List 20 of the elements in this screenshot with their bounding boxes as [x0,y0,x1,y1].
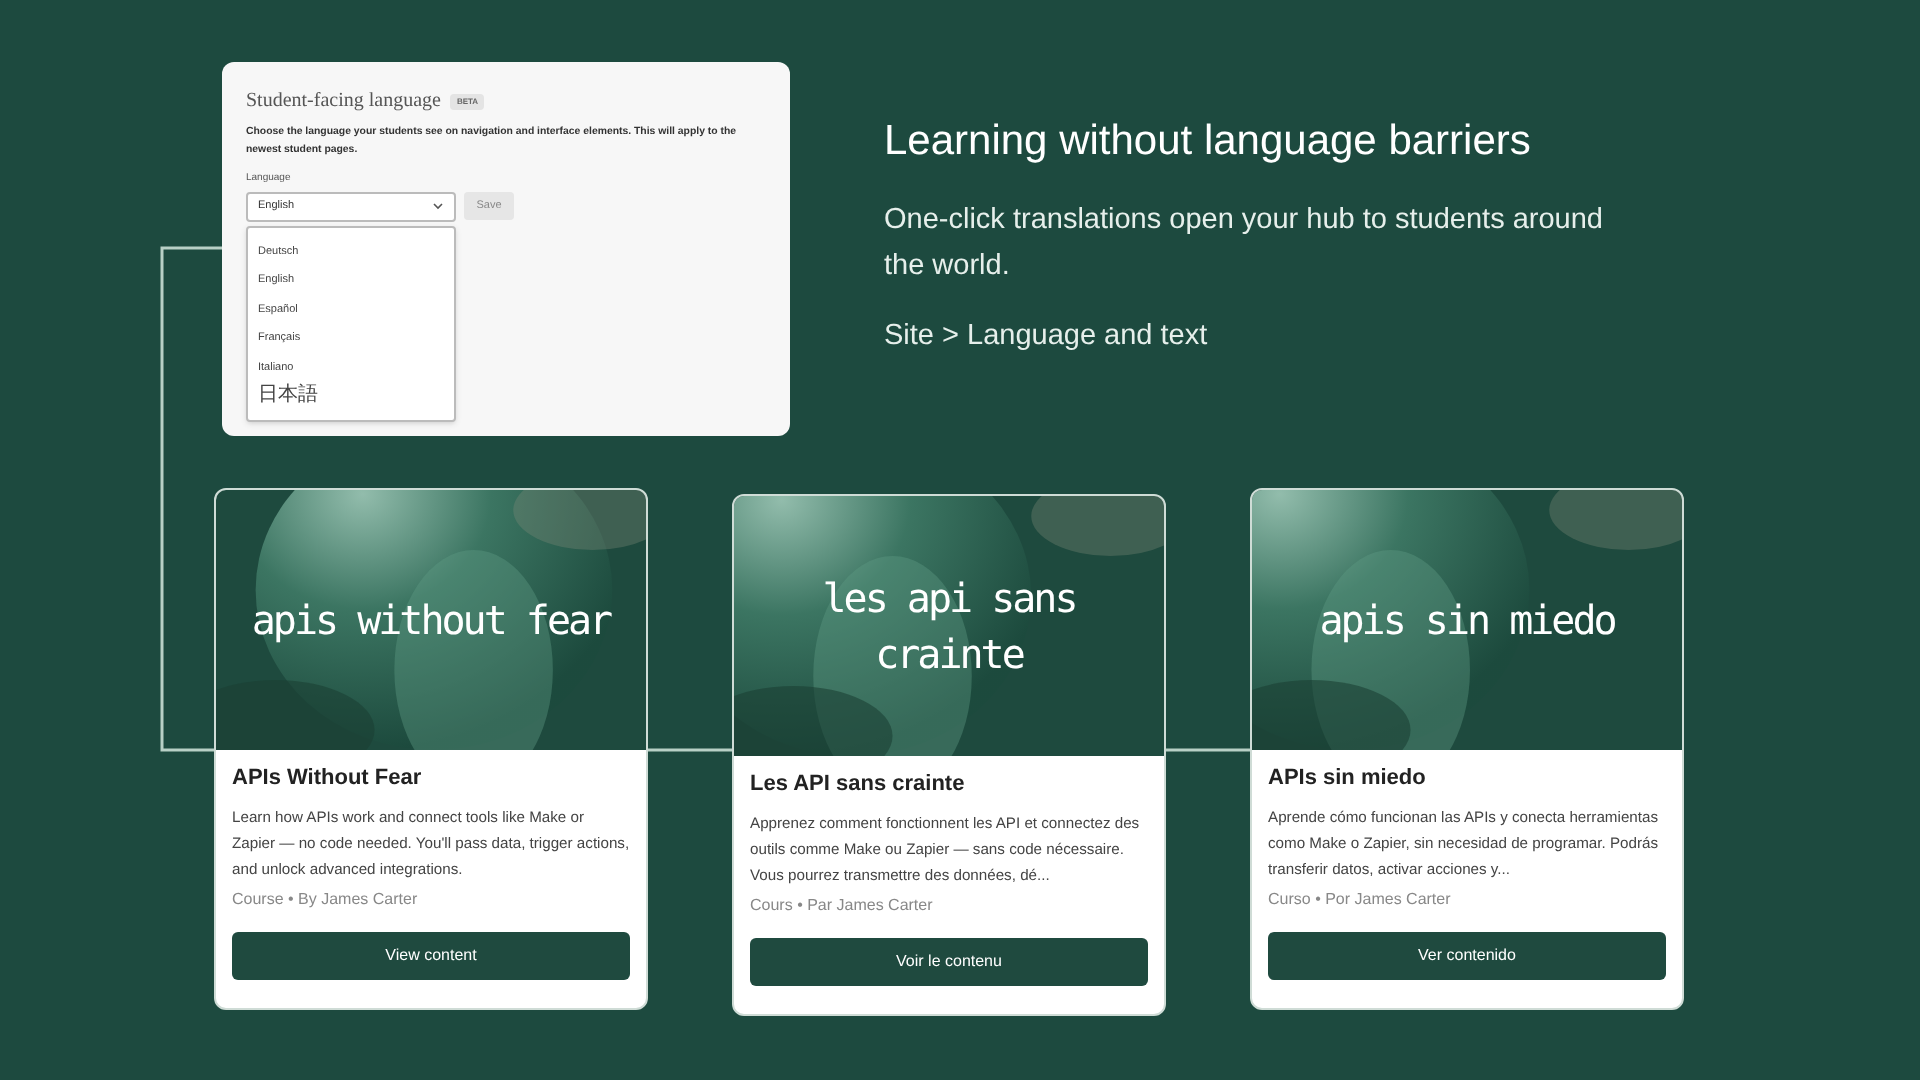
card-meta: Course • By James Carter [232,887,420,911]
view-content-button[interactable]: Ver contenido [1268,932,1666,980]
cover-title: les api sans crainte [820,572,1078,682]
connector-line [1166,748,1250,752]
cover-title: apis without fear [249,594,614,648]
headline: Learning without language barriers [884,116,1533,168]
cover-title: apis sin miedo [1317,594,1617,648]
breadcrumb-path: Site > Language and text [884,317,1210,355]
card-title: APIs Without Fear [232,764,424,794]
connector-line [648,748,732,752]
card-title: Les API sans crainte [750,770,967,800]
view-content-button[interactable]: Voir le contenu [750,938,1148,986]
language-option[interactable]: 日本語 [258,382,318,411]
panel-title: Student-facing language [246,88,441,116]
card-meta: Cours • Par James Carter [750,893,935,917]
card-title: APIs sin miedo [1268,764,1428,794]
subtitle: One-click translations open your hub to students around the world. [884,201,1605,285]
chevron-down-icon [432,202,444,210]
view-content-button[interactable]: View content [232,932,630,980]
card-meta: Curso • Por James Carter [1268,887,1453,911]
